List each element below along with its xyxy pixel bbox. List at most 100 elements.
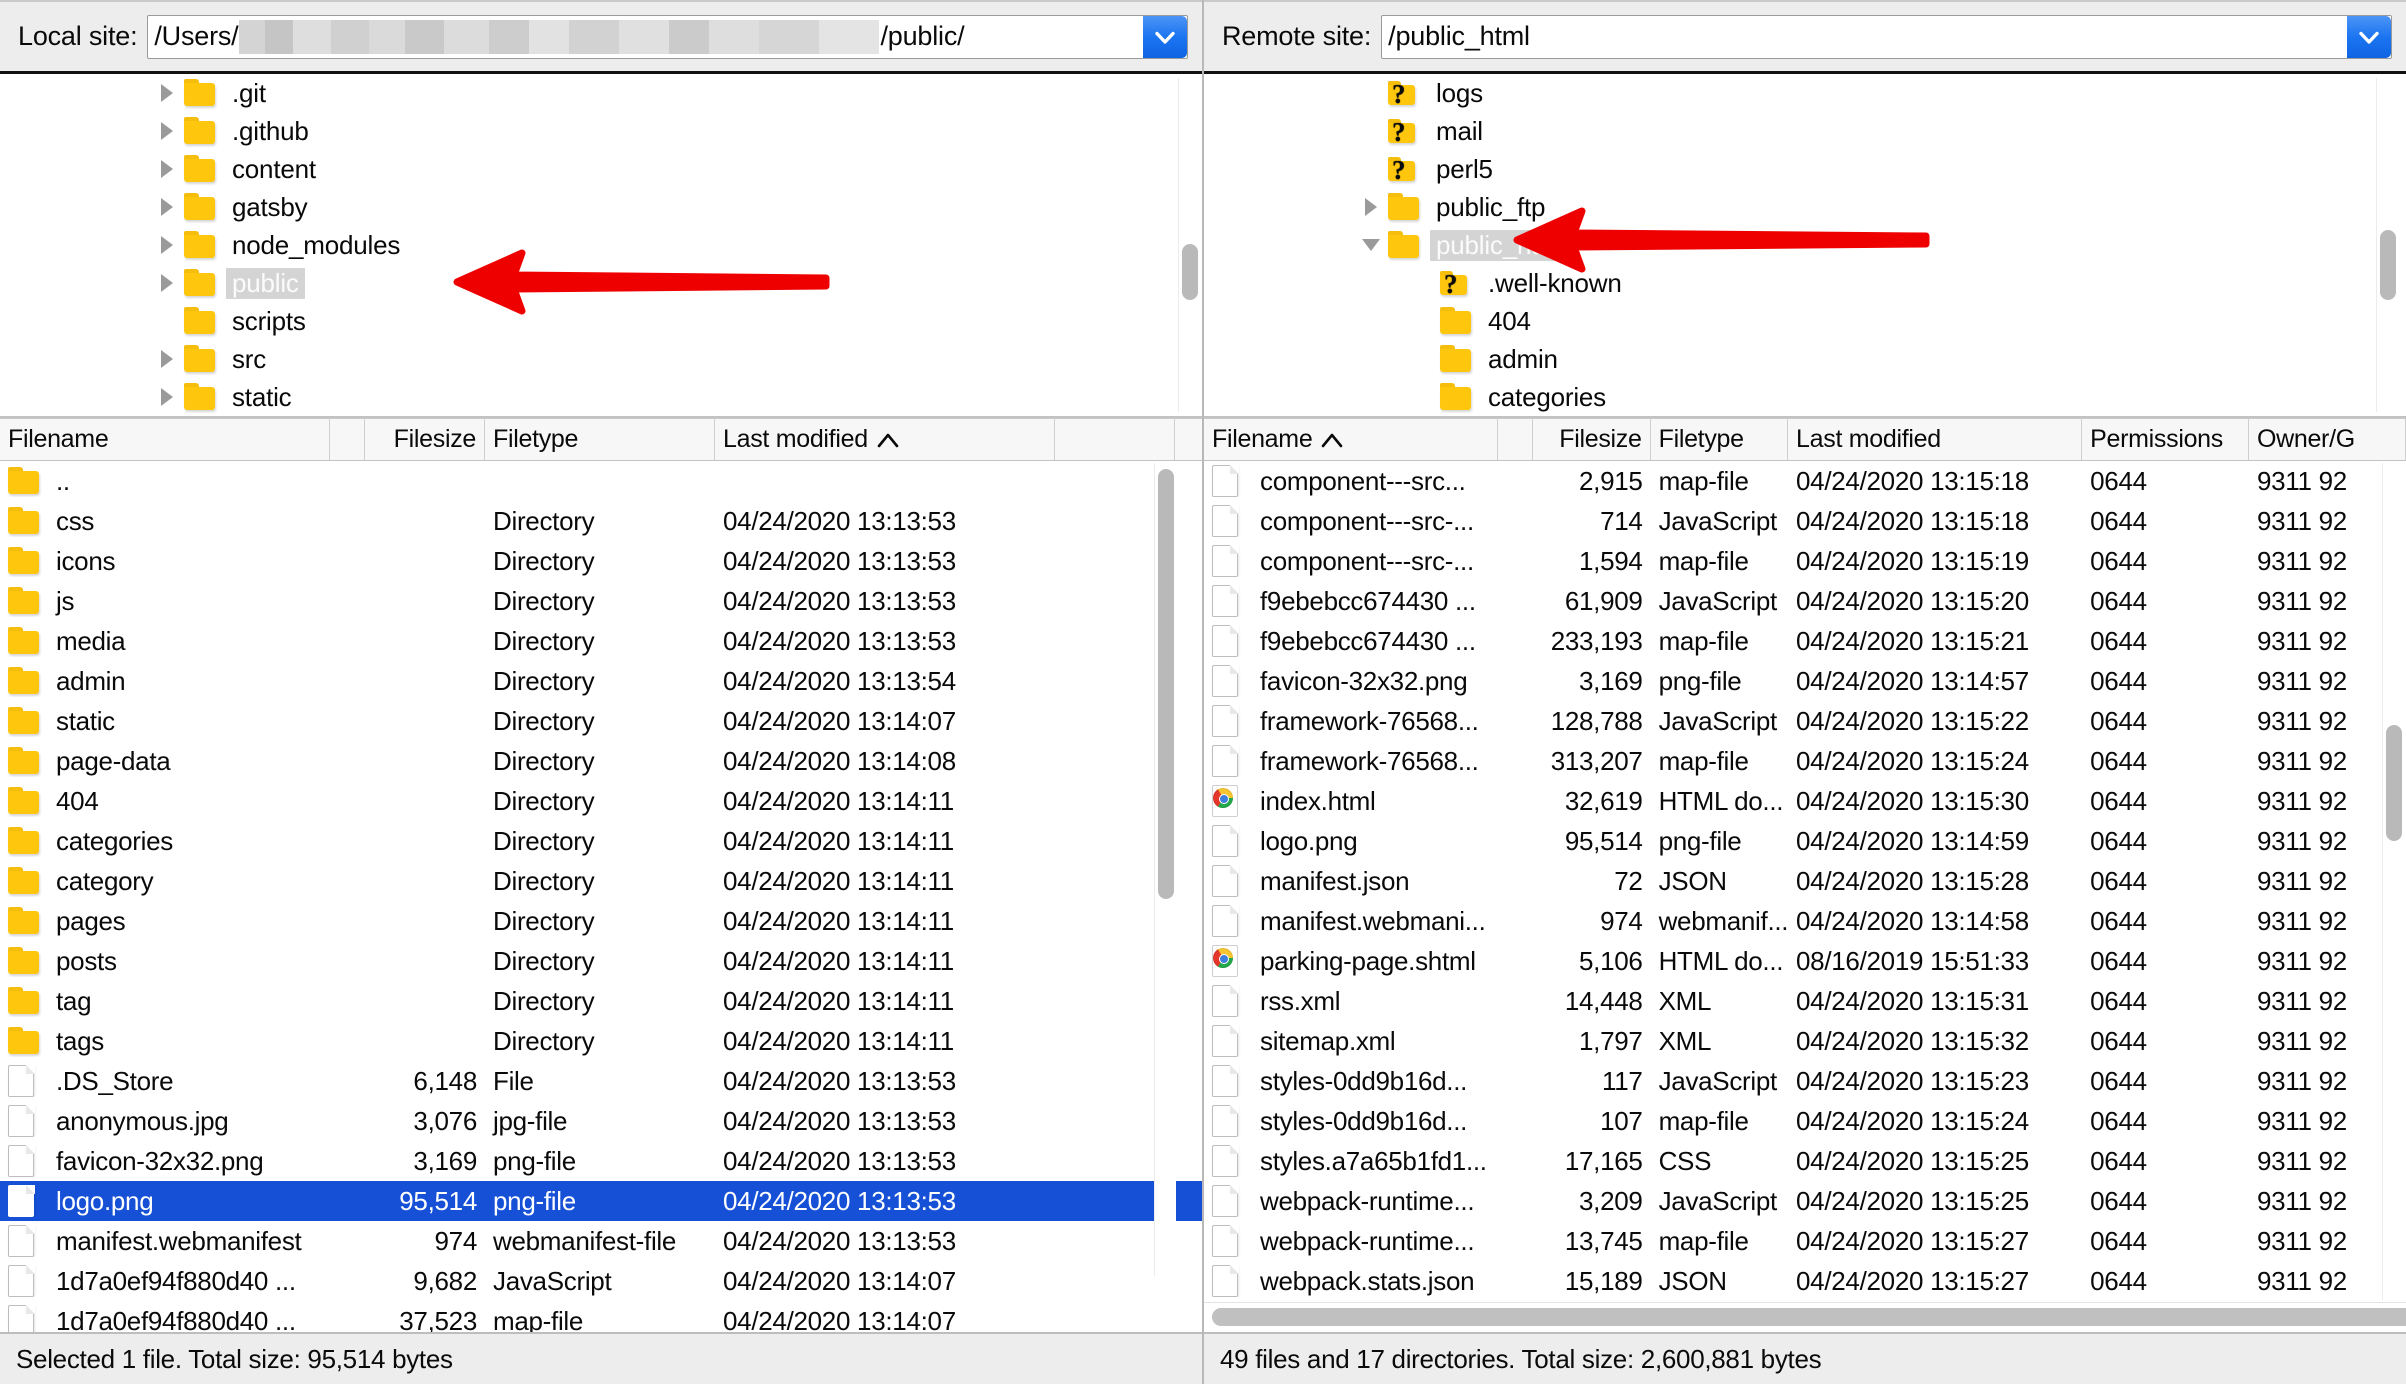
table-row[interactable]: manifest.json 72 JSON 04/24/2020 13:15:28 06… [1204, 861, 2406, 901]
table-row[interactable]: component---src-... 714 JavaScript 04/24/20… [1204, 501, 2406, 541]
table-row[interactable]: admin Directory 04/24/2020 13:13:54 [0, 661, 1202, 701]
table-row[interactable]: favicon-32x32.png 3,169 png-file 04/24/2020… [0, 1141, 1202, 1181]
remote-list-header[interactable]: Filename Filesize Filetype Last modified Per… [1204, 419, 2406, 461]
local-list-rows[interactable]: .. css Directory 04/24/2020 13:13:53 icons Di… [0, 461, 1202, 1332]
tree-item-node-modules[interactable]: node_modules [0, 226, 1202, 264]
table-row[interactable]: styles-0dd9b16d... 107 map-file 04/24/2020 … [1204, 1101, 2406, 1141]
column-header-spacer-5[interactable] [1055, 419, 1175, 460]
chevron-right-icon[interactable] [150, 120, 184, 142]
remote-list-hscroll-thumb[interactable] [1212, 1308, 2406, 1326]
local-tree-scrollbar[interactable] [1178, 78, 1200, 412]
column-header-filetype[interactable]: Filetype [485, 419, 715, 460]
table-row[interactable]: f9ebebcc674430 ... 61,909 JavaScript 04/24/… [1204, 581, 2406, 621]
table-row[interactable]: index.html 32,619 HTML do... 04/24/2020 13:… [1204, 781, 2406, 821]
tree-item-logs[interactable]: ? logs [1204, 74, 2406, 112]
table-row[interactable]: sitemap.xml 1,797 XML 04/24/2020 13:15:32 06… [1204, 1021, 2406, 1061]
table-row[interactable]: styles-0dd9b16d... 117 JavaScript 04/24/202… [1204, 1061, 2406, 1101]
tree-item-public-html[interactable]: public_html [1204, 226, 2406, 264]
tree-item-public[interactable]: public [0, 264, 1202, 302]
column-header-last-modified[interactable]: Last modified [715, 419, 1055, 460]
local-path-input[interactable]: /Users/ /public/ [148, 16, 1143, 58]
column-header-owner-g[interactable]: Owner/G [2249, 419, 2406, 460]
local-file-list[interactable]: Filename Filesize Filetype Last modified ..… [0, 418, 1202, 1332]
column-header-filesize[interactable]: Filesize [365, 419, 485, 460]
table-row[interactable]: logo.png 95,514 png-file 04/24/2020 13:13:5… [0, 1181, 1202, 1221]
remote-file-list[interactable]: Filename Filesize Filetype Last modified Per… [1204, 418, 2406, 1332]
tree-item-content[interactable]: content [0, 150, 1202, 188]
table-row[interactable]: component---src-... 1,594 map-file 04/24/20… [1204, 541, 2406, 581]
remote-tree-scroll-thumb[interactable] [2380, 230, 2396, 300]
tree-item-well-known[interactable]: ? .well-known [1204, 264, 2406, 302]
table-row[interactable]: static Directory 04/24/2020 13:14:07 [0, 701, 1202, 741]
remote-list-scroll-thumb[interactable] [2386, 725, 2402, 841]
table-row[interactable]: anonymous.jpg 3,076 jpg-file 04/24/2020 13:… [0, 1101, 1202, 1141]
chevron-right-icon[interactable] [150, 348, 184, 370]
column-header-filename[interactable]: Filename [0, 419, 330, 460]
table-row[interactable]: logo.png 95,514 png-file 04/24/2020 13:14:5… [1204, 821, 2406, 861]
table-row[interactable]: webpack-runtime... 13,745 map-file 04/24/20… [1204, 1221, 2406, 1261]
local-list-scroll-thumb[interactable] [1158, 469, 1174, 899]
table-row[interactable]: styles.a7a65b1fd1... 17,165 CSS 04/24/2020 … [1204, 1141, 2406, 1181]
local-path-dropdown-button[interactable] [1143, 15, 1187, 58]
remote-list-scrollbar[interactable] [2382, 463, 2404, 1300]
local-tree-scroll-thumb[interactable] [1182, 244, 1198, 300]
table-row[interactable]: rss.xml 14,448 XML 04/24/2020 13:15:31 0644 9… [1204, 981, 2406, 1021]
tree-item-mail[interactable]: ? mail [1204, 112, 2406, 150]
table-row[interactable]: framework-76568... 313,207 map-file 04/24/2… [1204, 741, 2406, 781]
table-row[interactable]: webpack-runtime... 3,209 JavaScript 04/24/2… [1204, 1181, 2406, 1221]
table-row[interactable]: pages Directory 04/24/2020 13:14:11 [0, 901, 1202, 941]
tree-item-perl5[interactable]: ? perl5 [1204, 150, 2406, 188]
remote-list-hscrollbar[interactable] [1204, 1302, 2406, 1332]
table-row[interactable]: parking-page.shtml 5,106 HTML do... 08/16/2… [1204, 941, 2406, 981]
local-list-scrollbar[interactable] [1154, 463, 1176, 1276]
table-row[interactable]: js Directory 04/24/2020 13:13:53 [0, 581, 1202, 621]
local-list-header[interactable]: Filename Filesize Filetype Last modified [0, 419, 1202, 461]
remote-path-input-wrap[interactable]: /public_html [1381, 14, 2392, 59]
chevron-down-icon[interactable] [1354, 235, 1388, 255]
tree-item-github[interactable]: .github [0, 112, 1202, 150]
remote-tree-scrollbar[interactable] [2376, 78, 2398, 412]
chevron-right-icon[interactable] [150, 82, 184, 104]
table-row[interactable]: 404 Directory 04/24/2020 13:14:11 [0, 781, 1202, 821]
column-header-spacer-1[interactable] [330, 419, 365, 460]
table-row[interactable]: css Directory 04/24/2020 13:13:53 [0, 501, 1202, 541]
remote-path-input[interactable]: /public_html [1382, 16, 2347, 58]
chevron-right-icon[interactable] [150, 272, 184, 294]
column-header-filename[interactable]: Filename [1204, 419, 1499, 460]
chevron-right-icon[interactable] [1354, 196, 1388, 218]
tree-item-scripts[interactable]: scripts [0, 302, 1202, 340]
table-row[interactable]: .. [0, 461, 1202, 501]
table-row[interactable]: .DS_Store 6,148 File 04/24/2020 13:13:53 [0, 1061, 1202, 1101]
remote-directory-tree[interactable]: ? logs? mail? perl5 public_ftp public_html? .w… [1204, 74, 2406, 418]
table-row[interactable]: tags Directory 04/24/2020 13:14:11 [0, 1021, 1202, 1061]
tree-item-public-ftp[interactable]: public_ftp [1204, 188, 2406, 226]
table-row[interactable]: webpack.stats.json 15,189 JSON 04/24/2020 1… [1204, 1261, 2406, 1301]
chevron-right-icon[interactable] [150, 158, 184, 180]
table-row[interactable]: favicon-32x32.png 3,169 png-file 04/24/2020… [1204, 661, 2406, 701]
tree-item-gatsby[interactable]: gatsby [0, 188, 1202, 226]
tree-item-static[interactable]: static [0, 378, 1202, 416]
remote-path-dropdown-button[interactable] [2347, 15, 2391, 58]
table-row[interactable]: manifest.webmanifest 974 webmanifest-file 0… [0, 1221, 1202, 1261]
table-row[interactable]: page-data Directory 04/24/2020 13:14:08 [0, 741, 1202, 781]
table-row[interactable]: categories Directory 04/24/2020 13:14:11 [0, 821, 1202, 861]
remote-list-rows[interactable]: component---src... 2,915 map-file 04/24/202… [1204, 461, 2406, 1302]
tree-item-admin[interactable]: admin [1204, 340, 2406, 378]
remote-tree-rows[interactable]: ? logs? mail? perl5 public_ftp public_html? .w… [1204, 74, 2406, 416]
table-row[interactable]: posts Directory 04/24/2020 13:14:11 [0, 941, 1202, 981]
table-row[interactable]: component---src... 2,915 map-file 04/24/202… [1204, 461, 2406, 501]
tree-item-src[interactable]: src [0, 340, 1202, 378]
table-row[interactable]: tag Directory 04/24/2020 13:14:11 [0, 981, 1202, 1021]
local-tree-rows[interactable]: .git .github content gatsby node_modules publ… [0, 74, 1202, 416]
table-row[interactable]: 1d7a0ef94f880d40 ... 9,682 JavaScript 04/24… [0, 1261, 1202, 1301]
column-header-last-modified[interactable]: Last modified [1788, 419, 2083, 460]
table-row[interactable]: 1d7a0ef94f880d40 ... 37,523 map-file 04/24/… [0, 1301, 1202, 1332]
tree-item-git[interactable]: .git [0, 74, 1202, 112]
column-header-filetype[interactable]: Filetype [1651, 419, 1789, 460]
column-header-filesize[interactable]: Filesize [1533, 419, 1651, 460]
column-header-spacer-1[interactable] [1498, 419, 1533, 460]
table-row[interactable]: icons Directory 04/24/2020 13:13:53 [0, 541, 1202, 581]
chevron-right-icon[interactable] [150, 234, 184, 256]
local-path-input-wrap[interactable]: /Users/ /public/ [147, 14, 1188, 59]
chevron-right-icon[interactable] [150, 196, 184, 218]
